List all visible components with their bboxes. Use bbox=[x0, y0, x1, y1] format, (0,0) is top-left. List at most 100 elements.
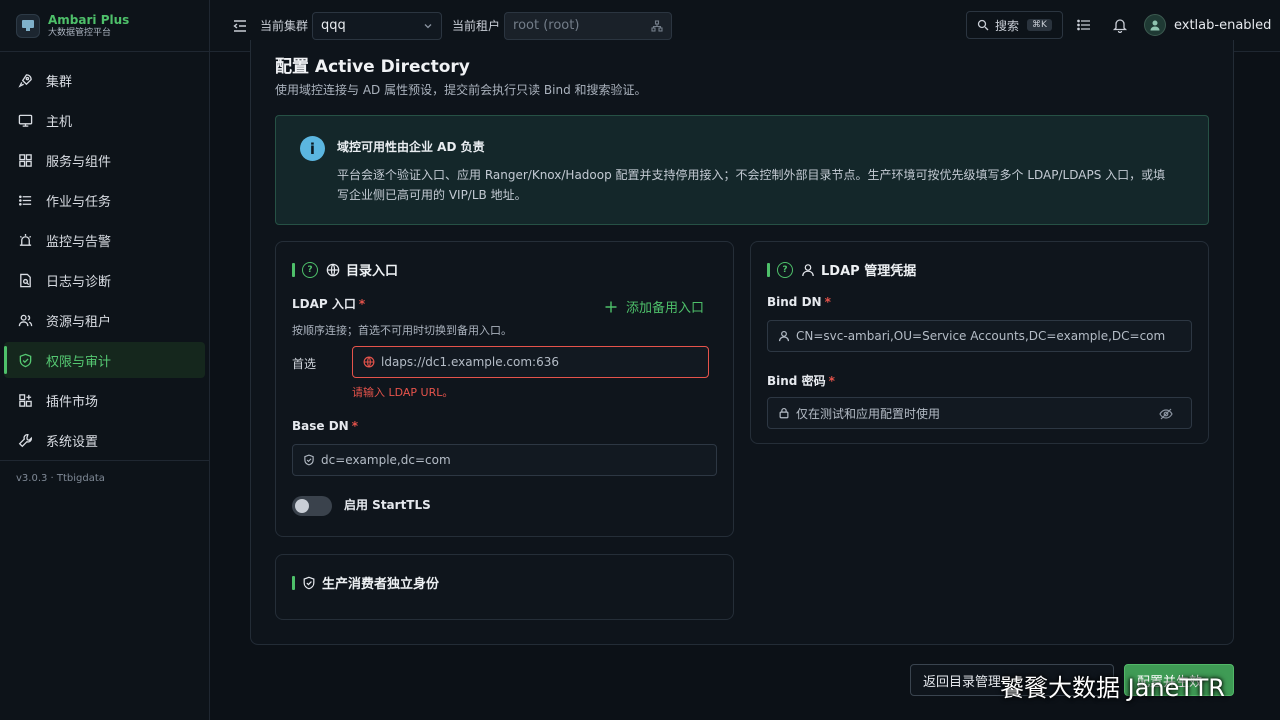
watermark: 饕餮大数据 JaneTTR bbox=[1000, 674, 1225, 702]
user-icon bbox=[802, 263, 814, 276]
sidebar-nav: 集群 主机 服务与组件 作业与任务 监控与告警 日志与诊断 资源与租户 权限与审… bbox=[0, 52, 209, 458]
sidebar-item-settings[interactable]: 系统设置 bbox=[4, 422, 205, 458]
sidebar-item-plugins[interactable]: 插件市场 bbox=[4, 382, 205, 418]
starttls-toggle[interactable] bbox=[292, 496, 332, 516]
sidebar-item-label: 作业与任务 bbox=[46, 194, 112, 210]
base-dn-value: dc=example,dc=com bbox=[321, 453, 451, 467]
sidebar-item-jobs[interactable]: 作业与任务 bbox=[4, 182, 205, 218]
alert-title: 域控可用性由企业 AD 负责 bbox=[337, 140, 485, 154]
sidebar-item-label: 插件市场 bbox=[46, 394, 99, 410]
search-label: 搜索 bbox=[995, 18, 1020, 33]
card-header: ? LDAP 管理凭据 bbox=[767, 260, 916, 279]
directory-entry-card: ? 目录入口 LDAP 入口 * 添加备用入口 按顺序连接；首选不可用时切换到备用… bbox=[275, 241, 734, 537]
brand-title: Ambari Plus bbox=[48, 12, 130, 27]
card-title: LDAP 管理凭据 bbox=[821, 264, 917, 279]
alert-body: 平台会逐个验证入口、应用 Ranger/Knox/Hadoop 配置并支持停用接… bbox=[337, 168, 1166, 202]
help-icon[interactable]: ? bbox=[777, 261, 793, 278]
primary-label: 首选 bbox=[292, 357, 317, 371]
card-title: 生产消费者独立身份 bbox=[322, 577, 440, 592]
ldap-entry-hint: 按顺序连接；首选不可用时切换到备用入口。 bbox=[292, 324, 512, 337]
user-menu[interactable]: extlab-enabled bbox=[1144, 14, 1271, 36]
bell-icon bbox=[1112, 19, 1128, 34]
sidebar-item-label: 日志与诊断 bbox=[46, 274, 112, 290]
sidebar-item-label: 服务与组件 bbox=[46, 154, 112, 170]
globe-icon bbox=[326, 263, 340, 276]
accent-bar bbox=[292, 262, 295, 277]
back-to-directory-label: 返回目录管理 bbox=[923, 674, 1002, 690]
shield-check-icon bbox=[303, 576, 315, 589]
tenant-select-value: root (root) bbox=[513, 18, 580, 33]
bind-password-input[interactable]: 仅在测试和应用配置时使用 bbox=[767, 397, 1192, 429]
bind-password-label-text: Bind 密码 bbox=[767, 374, 826, 388]
primary-ldap-url-input[interactable]: ldaps://dc1.example.com:636 bbox=[352, 346, 709, 378]
sidebar: Ambari Plus 大数据管控平台 集群 主机 服务与组件 作业与任务 监控… bbox=[0, 0, 210, 720]
user-icon bbox=[778, 330, 790, 342]
sidebar-item-permissions[interactable]: 权限与审计 bbox=[4, 342, 205, 378]
monitor-icon bbox=[18, 114, 33, 127]
bind-password-label: Bind 密码 * bbox=[767, 374, 835, 388]
ldap-credentials-card: ? LDAP 管理凭据 Bind DN * CN=svc-ambari,OU=Se… bbox=[750, 241, 1209, 444]
base-dn-label: Base DN * bbox=[292, 419, 358, 433]
card-header: 生产消费者独立身份 bbox=[292, 573, 439, 592]
eye-off-icon[interactable] bbox=[1159, 407, 1173, 421]
tenant-label: 当前租户 bbox=[452, 19, 501, 33]
search-shortcut: ⌘K bbox=[1027, 19, 1052, 31]
sidebar-item-cluster[interactable]: 集群 bbox=[4, 62, 205, 98]
bind-dn-label-text: Bind DN bbox=[767, 295, 822, 309]
base-dn-input[interactable]: dc=example,dc=com bbox=[292, 444, 717, 476]
avatar bbox=[1144, 14, 1166, 36]
version-label: v3.0.3 · Ttbigdata bbox=[0, 460, 209, 496]
wrench-icon bbox=[18, 433, 32, 447]
sidebar-item-hosts[interactable]: 主机 bbox=[4, 102, 205, 138]
shield-check-icon bbox=[304, 454, 314, 466]
bind-dn-value: CN=svc-ambari,OU=Service Accounts,DC=exa… bbox=[796, 329, 1166, 343]
card-header: ? 目录入口 bbox=[292, 260, 398, 279]
consumer-identity-card: 生产消费者独立身份 bbox=[275, 554, 734, 620]
notifications-button[interactable] bbox=[1112, 17, 1128, 37]
page-title: 配置 Active Directory bbox=[275, 57, 470, 77]
info-icon: i bbox=[300, 136, 325, 161]
bind-dn-input[interactable]: CN=svc-ambari,OU=Service Accounts,DC=exa… bbox=[767, 320, 1192, 352]
brand[interactable]: Ambari Plus 大数据管控平台 bbox=[0, 0, 209, 52]
info-alert: i 域控可用性由企业 AD 负责 平台会逐个验证入口、应用 Ranger/Kno… bbox=[275, 115, 1209, 225]
base-dn-label-text: Base DN bbox=[292, 419, 349, 433]
help-icon[interactable]: ? bbox=[302, 261, 318, 278]
sidebar-item-resources[interactable]: 资源与租户 bbox=[4, 302, 205, 338]
accent-bar bbox=[767, 262, 770, 277]
add-backup-entry-button[interactable]: 添加备用入口 bbox=[604, 297, 704, 316]
plus-icon bbox=[605, 301, 617, 312]
users-icon bbox=[18, 314, 33, 326]
sidebar-item-label: 系统设置 bbox=[46, 434, 99, 450]
sidebar-item-label: 主机 bbox=[46, 114, 73, 130]
tasks-button[interactable] bbox=[1076, 17, 1092, 37]
bind-dn-label: Bind DN * bbox=[767, 295, 831, 309]
cluster-label: 当前集群 bbox=[260, 19, 309, 33]
card-title: 目录入口 bbox=[346, 264, 399, 279]
globe-icon bbox=[363, 356, 375, 368]
add-backup-entry-label: 添加备用入口 bbox=[626, 301, 705, 316]
plugin-icon bbox=[19, 393, 32, 407]
primary-ldap-url-value: ldaps://dc1.example.com:636 bbox=[381, 355, 560, 369]
list-icon bbox=[19, 194, 32, 206]
avatar-icon bbox=[1150, 20, 1160, 31]
ldap-entry-label-text: LDAP 入口 bbox=[292, 297, 356, 311]
tenant-select[interactable]: root (root) bbox=[504, 11, 673, 40]
shield-check-icon bbox=[19, 353, 32, 367]
brand-subtitle: 大数据管控平台 bbox=[48, 27, 112, 38]
search-button[interactable]: 搜索 ⌘K bbox=[966, 11, 1063, 39]
sidebar-item-label: 权限与审计 bbox=[46, 354, 112, 370]
sidebar-item-services[interactable]: 服务与组件 bbox=[4, 142, 205, 178]
primary-ldap-url-error: 请输入 LDAP URL。 bbox=[352, 386, 454, 399]
cluster-select-value: qqq bbox=[321, 18, 346, 33]
chevron-down-icon bbox=[424, 23, 432, 28]
sidebar-item-label: 集群 bbox=[46, 74, 73, 90]
sidebar-item-monitoring[interactable]: 监控与告警 bbox=[4, 222, 205, 258]
starttls-label: 启用 StartTLS bbox=[344, 498, 431, 512]
menu-fold-icon bbox=[233, 19, 246, 32]
sidebar-item-logs[interactable]: 日志与诊断 bbox=[4, 262, 205, 298]
brand-logo-icon bbox=[16, 13, 40, 38]
accent-bar bbox=[292, 575, 295, 590]
rocket-icon bbox=[18, 73, 32, 88]
cluster-select[interactable]: qqq bbox=[312, 11, 443, 40]
alarm-icon bbox=[19, 233, 32, 246]
